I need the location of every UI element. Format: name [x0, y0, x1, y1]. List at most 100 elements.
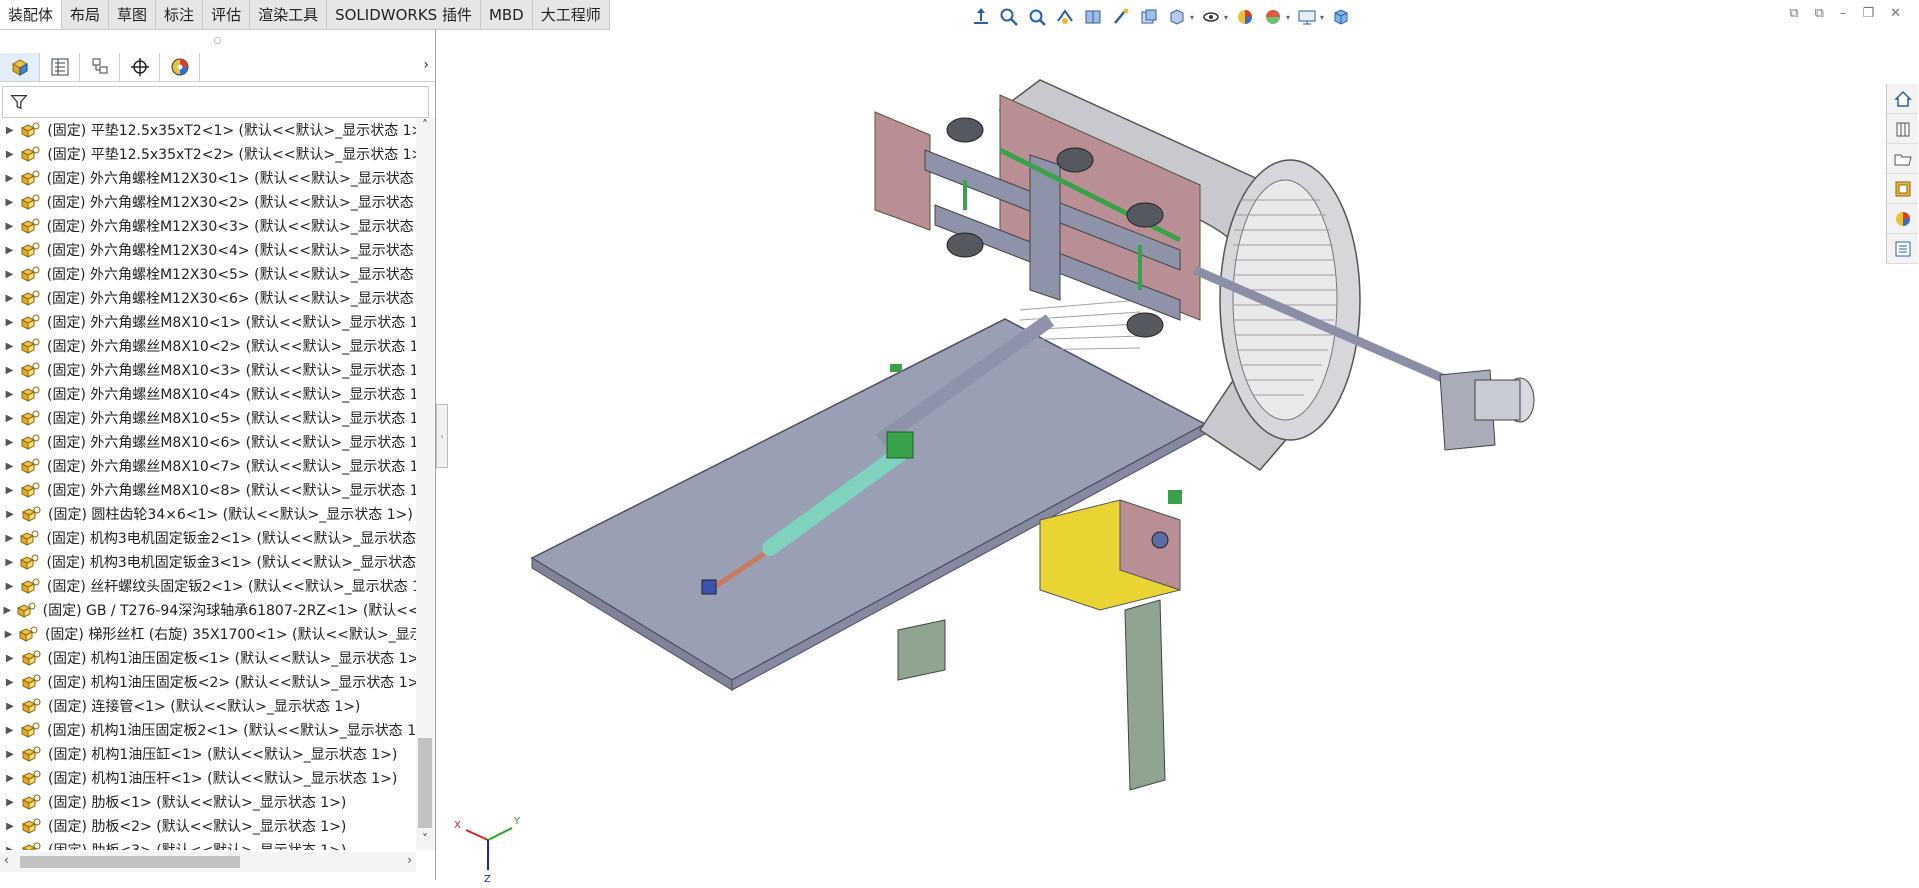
expand-caret-icon[interactable]: ▶ — [0, 773, 20, 784]
view-settings-icon[interactable] — [1296, 6, 1318, 28]
expand-caret-icon[interactable]: ▶ — [0, 557, 18, 568]
tree-item[interactable]: ▶ (固定) 平垫12.5x35xT2<2> (默认<<默认>_显示状态 1>) — [0, 142, 416, 166]
tab-configuration-manager[interactable] — [80, 52, 120, 81]
graphics-area[interactable]: X Y Z — [438, 30, 1884, 885]
tree-item[interactable]: ▶ (固定) 外六角螺栓M12X30<6> (默认<<默认>_显示状态 1>) — [0, 286, 416, 310]
panel-drag-handle[interactable]: ○ — [0, 30, 435, 52]
expand-caret-icon[interactable]: ▶ — [0, 149, 19, 160]
tree-item[interactable]: ▶ (固定) 外六角螺栓M12X30<3> (默认<<默认>_显示状态 1>) — [0, 214, 416, 238]
assembly-model[interactable] — [438, 30, 1884, 880]
tree-item[interactable]: ▶ (固定) 外六角螺丝M8X10<4> (默认<<默认>_显示状态 1>) — [0, 382, 416, 406]
expand-caret-icon[interactable]: ▶ — [0, 725, 19, 736]
tab-6[interactable]: SOLIDWORKS 插件 — [327, 0, 481, 29]
tree-item[interactable]: ▶ (固定) 肋板<3> (默认<<默认>_显示状态 1>) — [0, 838, 416, 850]
expand-caret-icon[interactable]: ▶ — [0, 197, 19, 208]
minimize-icon[interactable]: – — [1840, 6, 1847, 21]
tree-item[interactable]: ▶ (固定) 外六角螺栓M12X30<2> (默认<<默认>_显示状态 1>) — [0, 190, 416, 214]
tree-item[interactable]: ▶ (固定) 梯形丝杠 (右旋) 35X1700<1> (默认<<默认>_显示状态… — [0, 622, 416, 646]
expand-caret-icon[interactable]: ▶ — [0, 629, 17, 640]
parts-library-icon[interactable] — [1887, 114, 1918, 144]
tree-item[interactable]: ▶ (固定) 外六角螺栓M12X30<1> (默认<<默认>_显示状态 1>) — [0, 166, 416, 190]
appearances-icon[interactable] — [1887, 204, 1918, 234]
tree-item[interactable]: ▶ (固定) 机构3电机固定钣金2<1> (默认<<默认>_显示状态 1>) — [0, 526, 416, 550]
tree-item[interactable]: ▶ (固定) 丝杆螺纹头固定钣2<1> (默认<<默认>_显示状态 1>) — [0, 574, 416, 598]
tree-horizontal-scrollbar[interactable]: ‹ › — [0, 852, 416, 872]
expand-caret-icon[interactable]: ▶ — [0, 653, 20, 664]
display-style-icon[interactable] — [1166, 6, 1188, 28]
scroll-thumb[interactable] — [418, 738, 432, 828]
folder-icon[interactable] — [1887, 144, 1918, 174]
tree-item[interactable]: ▶ (固定) 机构1油压固定板<1> (默认<<默认>_显示状态 1>) — [0, 646, 416, 670]
design-library-icon[interactable] — [1887, 174, 1918, 204]
apply-scene-icon[interactable] — [1262, 6, 1284, 28]
expand-caret-icon[interactable]: ▶ — [0, 509, 20, 520]
tab-property-manager[interactable] — [40, 52, 80, 81]
tree-item[interactable]: ▶ (固定) 机构1油压缸<1> (默认<<默认>_显示状态 1>) — [0, 742, 416, 766]
tree-item[interactable]: ▶ (固定) GB / T276-94深沟球轴承61807-2RZ<1> (默认<… — [0, 598, 416, 622]
expand-caret-icon[interactable]: ▶ — [0, 437, 19, 448]
expand-caret-icon[interactable]: ▶ — [0, 293, 19, 304]
expand-caret-icon[interactable]: ▶ — [0, 749, 20, 760]
expand-caret-icon[interactable]: ▶ — [0, 581, 19, 592]
tree-item[interactable]: ▶ (固定) 肋板<1> (默认<<默认>_显示状态 1>) — [0, 790, 416, 814]
hide-show-items-icon[interactable] — [1200, 6, 1222, 28]
horizontal-scroll-thumb[interactable] — [20, 856, 240, 868]
zoom-to-area-icon[interactable] — [1026, 6, 1048, 28]
expand-caret-icon[interactable]: ▶ — [0, 365, 19, 376]
expand-caret-icon[interactable]: ▶ — [0, 269, 19, 280]
tab-dimxpert[interactable] — [120, 52, 160, 81]
tree-item[interactable]: ▶ (固定) 机构3电机固定钣金3<1> (默认<<默认>_显示状态 1>) — [0, 550, 416, 574]
tree-item[interactable]: ▶ (固定) 连接管<1> (默认<<默认>_显示状态 1>) — [0, 694, 416, 718]
tree-item[interactable]: ▶ (固定) 外六角螺丝M8X10<8> (默认<<默认>_显示状态 1>) — [0, 478, 416, 502]
tree-item[interactable]: ▶ (固定) 平垫12.5x35xT2<1> (默认<<默认>_显示状态 1>) — [0, 118, 416, 142]
tree-item[interactable]: ▶ (固定) 外六角螺丝M8X10<5> (默认<<默认>_显示状态 1>) — [0, 406, 416, 430]
tab-3[interactable]: 标注 — [156, 0, 204, 29]
3d-box-icon[interactable] — [1330, 6, 1352, 28]
expand-caret-icon[interactable]: ▶ — [0, 701, 20, 712]
tree-item[interactable]: ▶ (固定) 外六角螺丝M8X10<2> (默认<<默认>_显示状态 1>) — [0, 334, 416, 358]
tab-0[interactable]: 装配体 — [0, 0, 63, 29]
expand-caret-icon[interactable]: ▶ — [0, 797, 20, 808]
expand-caret-icon[interactable]: ▶ — [0, 677, 20, 688]
tree-item[interactable]: ▶ (固定) 外六角螺丝M8X10<7> (默认<<默认>_显示状态 1>) — [0, 454, 416, 478]
tab-2[interactable]: 草图 — [109, 0, 157, 29]
expand-caret-icon[interactable]: ▶ — [0, 173, 19, 184]
view-orientation-icon[interactable] — [1138, 6, 1160, 28]
tree-item[interactable]: ▶ (固定) 外六角螺栓M12X30<5> (默认<<默认>_显示状态 1>) — [0, 262, 416, 286]
tab-display-manager[interactable] — [160, 52, 200, 81]
scroll-left-arrow[interactable]: ‹ — [4, 853, 9, 867]
tree-item[interactable]: ▶ (固定) 机构1油压杆<1> (默认<<默认>_显示状态 1>) — [0, 766, 416, 790]
expand-caret-icon[interactable]: ▶ — [0, 221, 19, 232]
tab-5[interactable]: 渲染工具 — [250, 0, 328, 29]
expand-caret-icon[interactable]: ▶ — [0, 533, 18, 544]
scroll-down-arrow[interactable]: ˅ — [416, 832, 434, 850]
tree-filter-bar[interactable] — [2, 86, 429, 118]
standard-views-icon[interactable] — [970, 6, 992, 28]
filter-icon[interactable] — [9, 92, 29, 112]
tree-vertical-scrollbar[interactable]: ˄ ˅ — [416, 118, 434, 850]
expand-caret-icon[interactable]: ▶ — [0, 605, 15, 616]
tab-1[interactable]: 布局 — [62, 0, 110, 29]
custom-properties-icon[interactable] — [1887, 234, 1918, 264]
tree-item[interactable]: ▶ (固定) 机构1油压固定板<2> (默认<<默认>_显示状态 1>) — [0, 670, 416, 694]
maximize-icon[interactable]: ❐ — [1862, 6, 1874, 21]
tab-feature-manager[interactable] — [0, 52, 40, 81]
tree-item[interactable]: ▶ (固定) 机构1油压固定板2<1> (默认<<默认>_显示状态 1>) — [0, 718, 416, 742]
zoom-to-fit-icon[interactable] — [998, 6, 1020, 28]
tree-item[interactable]: ▶ (固定) 外六角螺丝M8X10<6> (默认<<默认>_显示状态 1>) — [0, 430, 416, 454]
restore-panel-icon[interactable]: ⧉ — [1789, 6, 1798, 21]
expand-caret-icon[interactable]: ▶ — [0, 317, 19, 328]
scroll-up-arrow[interactable]: ˄ — [416, 118, 434, 136]
dynamic-annotation-icon[interactable] — [1110, 6, 1132, 28]
tree-item[interactable]: ▶ (固定) 肋板<2> (默认<<默认>_显示状态 1>) — [0, 814, 416, 838]
tab-7[interactable]: MBD — [480, 0, 533, 29]
scroll-right-arrow[interactable]: › — [407, 853, 412, 867]
expand-caret-icon[interactable]: ▶ — [0, 389, 19, 400]
expand-caret-icon[interactable]: ▶ — [0, 845, 20, 851]
restore-panel-2-icon[interactable]: ⧉ — [1815, 6, 1824, 21]
tab-4[interactable]: 评估 — [203, 0, 251, 29]
expand-caret-icon[interactable]: ▶ — [0, 341, 19, 352]
expand-caret-icon[interactable]: ▶ — [0, 821, 20, 832]
previous-view-icon[interactable] — [1054, 6, 1076, 28]
expand-caret-icon[interactable]: ▶ — [0, 485, 19, 496]
